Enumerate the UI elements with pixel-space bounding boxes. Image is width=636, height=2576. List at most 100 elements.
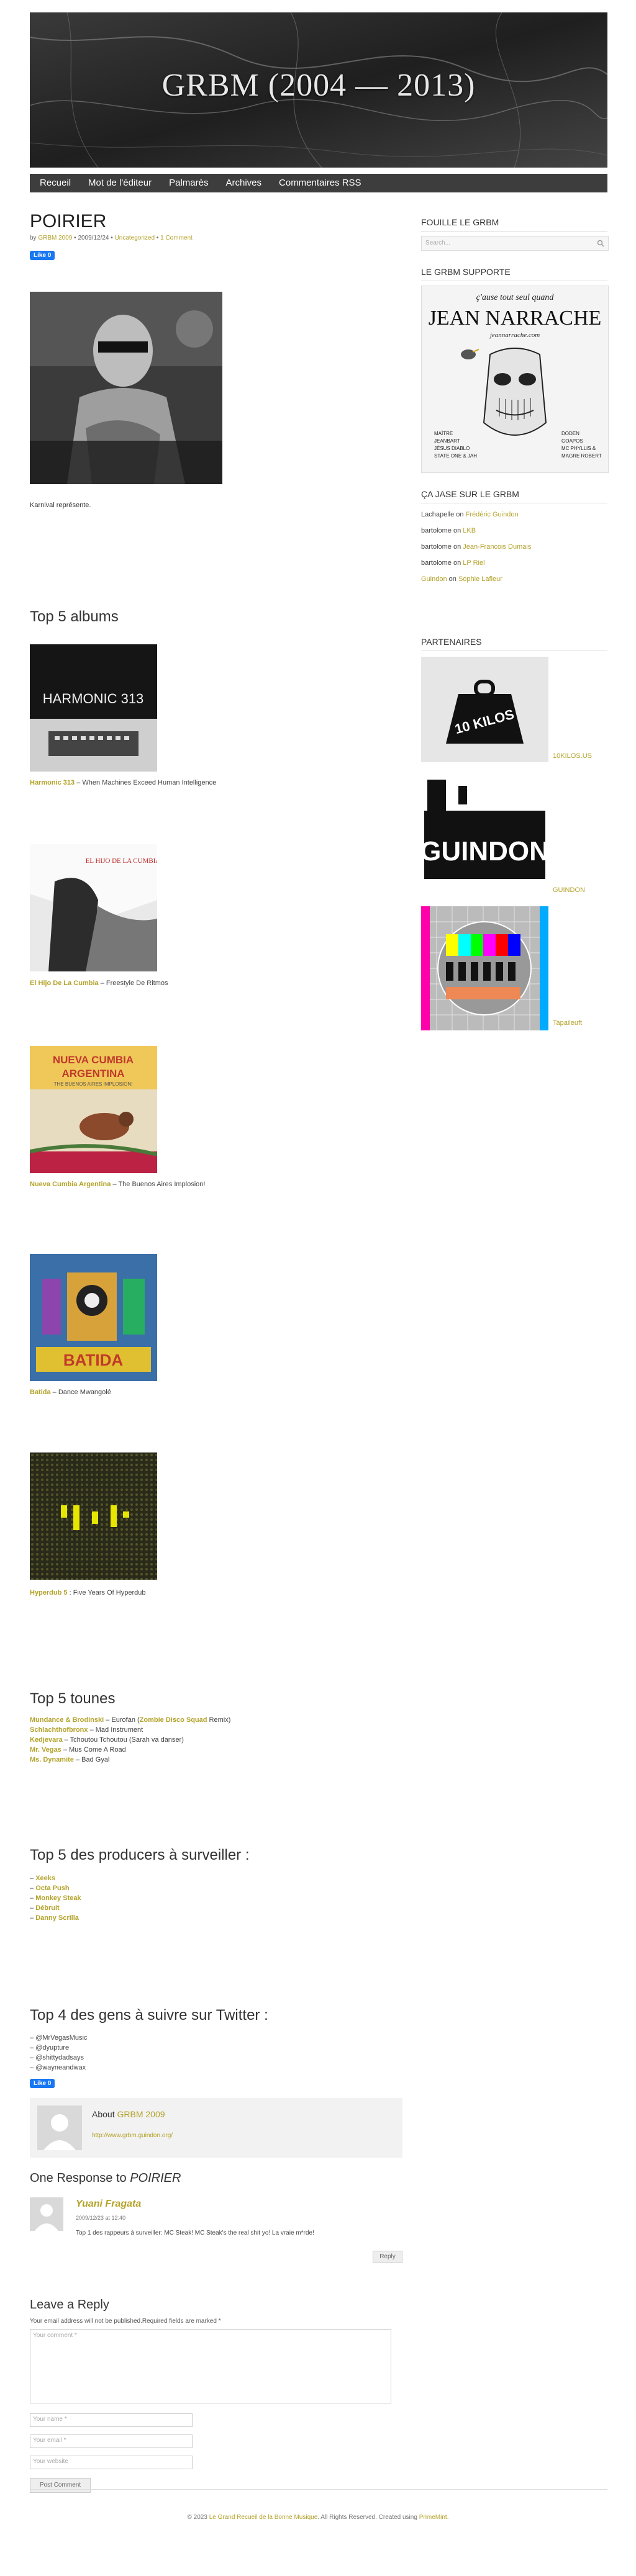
footer: © 2023 Le Grand Recueil de la Bonne Musi… (0, 2514, 636, 2521)
partner-link-10kilos[interactable]: 10KILOS.US (553, 752, 592, 760)
album-cover-hyperdub[interactable] (30, 1452, 157, 1580)
comment-placeholder: Your comment * (33, 2332, 77, 2339)
footer-site-link[interactable]: Le Grand Recueil de la Bonne Musique (209, 2514, 318, 2521)
list-item: – Xeeks (30, 1875, 55, 1882)
name-field[interactable]: Your name * (30, 2413, 193, 2427)
post-comment-button[interactable]: Post Comment (30, 2478, 91, 2493)
album-cover-hijo[interactable]: EL HIJO DE LA CUMBIA (30, 844, 160, 971)
toune-artist-link[interactable]: Mr. Vegas (30, 1746, 61, 1754)
search-placeholder: Search... (425, 240, 451, 246)
reply-heading: Leave a Reply (30, 2298, 109, 2312)
recent-author-link[interactable]: Guindon (421, 575, 447, 583)
album-cover-text-nueva-2: ARGENTINA (61, 1068, 124, 1079)
album-artist-link[interactable]: Hyperdub 5 (30, 1589, 68, 1596)
toune-artist-link[interactable]: Ms. Dynamite (30, 1756, 74, 1763)
toune-artist-link[interactable]: Mundance & Brodinski (30, 1716, 104, 1724)
album-title: Dance Mwangolé (58, 1389, 111, 1396)
ad-right-line-1: DODEN (561, 431, 579, 436)
name-placeholder: Your name * (33, 2416, 67, 2423)
recent-comments-title: ÇA JASE SUR LE GRBM (421, 489, 607, 503)
comment-reply-button[interactable]: Reply (373, 2251, 402, 2263)
author-name-link[interactable]: GRBM 2009 (117, 2109, 165, 2119)
partner-link-guindon[interactable]: GUINDON (553, 886, 585, 894)
twitter-heading: Top 4 des gens à suivre sur Twitter : (30, 2007, 268, 2024)
tounes-heading: Top 5 tounes (30, 1690, 116, 1707)
recent-post-link[interactable]: Jean-Francois Dumais (463, 543, 531, 551)
toune-remix-link[interactable]: Zombie Disco Squad (140, 1716, 207, 1724)
album-artist-link[interactable]: El Hijo De La Cumbia (30, 980, 99, 987)
album-caption-3: Nueva Cumbia Argentina – The Buenos Aire… (30, 1181, 206, 1188)
list-item: – Danny Scrilla (30, 1914, 79, 1922)
nav-item-recueil[interactable]: Recueil (30, 174, 80, 192)
list-item: – Monkey Steak (30, 1894, 81, 1902)
post-title[interactable]: POIRIER (30, 211, 402, 232)
partner-link-tapaileuft[interactable]: Tapaileuft (553, 1019, 582, 1027)
producer-link[interactable]: Octa Push (35, 1885, 69, 1892)
footer-theme-link[interactable]: PrimeMint. (419, 2514, 449, 2521)
album-title: When Machines Exceed Human Intelligence (82, 779, 217, 786)
album-cover-batida[interactable]: BATIDA (30, 1254, 157, 1381)
album-cover-harmonic[interactable]: HARMONIC 313 (30, 644, 157, 772)
toune-artist-link[interactable]: Kedjevara (30, 1736, 63, 1744)
toune-artist-link[interactable]: Schlachthofbronx (30, 1726, 88, 1734)
author-url-link[interactable]: http://www.grbm.guindon.org/ (92, 2132, 173, 2139)
meta-comments-link[interactable]: 1 Comment (160, 235, 193, 241)
list-item: bartolome on LP Riel (421, 559, 485, 567)
list-item: – @wayneandwax (30, 2064, 86, 2071)
album-caption-1: Harmonic 313 – When Machines Exceed Huma… (30, 779, 217, 786)
producer-link[interactable]: Monkey Steak (35, 1894, 81, 1902)
nav-item-palmares[interactable]: Palmarès (160, 174, 217, 192)
producer-link[interactable]: Débruit (35, 1904, 60, 1912)
ad-right-line-2: GOAPOS (561, 438, 583, 444)
ad-left-line-2: JEANBART (434, 438, 460, 444)
website-field[interactable]: Your website (30, 2456, 193, 2469)
meta-date: 2009/12/24 (78, 235, 109, 241)
list-item: bartolome on LKB (421, 527, 476, 534)
main-content: POIRIER by GRBM 2009 • 2009/12/24 • Unca… (29, 205, 402, 2493)
site-title[interactable]: GRBM (2004 — 2013) (30, 67, 607, 104)
comment-date: 2009/12/23 at 12:40 (76, 2215, 126, 2221)
ad-name: JEAN NARRACHE (429, 307, 602, 330)
meta-author-link[interactable]: GRBM 2009 (38, 235, 72, 241)
facebook-like-button-2[interactable]: Like 0 (30, 2079, 55, 2088)
site-header-banner: GRBM (2004 — 2013) (30, 12, 607, 168)
partner-logo-guindon[interactable]: GUINDON (420, 773, 549, 885)
list-item: – @MrVegasMusic (30, 2034, 88, 2042)
search-input[interactable]: Search... (421, 236, 609, 251)
recent-post-link[interactable]: LKB (463, 527, 476, 534)
ad-left-line-4: STATE ONE & JAH (434, 453, 477, 459)
author-avatar (37, 2105, 82, 2150)
nav-item-mot-editeur[interactable]: Mot de l'éditeur (80, 174, 160, 192)
commenter-avatar (30, 2197, 63, 2231)
email-field[interactable]: Your email * (30, 2434, 193, 2448)
list-item: Ms. Dynamite – Bad Gyal (30, 1756, 110, 1763)
producer-link[interactable]: Danny Scrilla (35, 1914, 79, 1922)
producer-link[interactable]: Xeeks (35, 1875, 55, 1882)
album-caption-5: Hyperdub 5 : Five Years Of Hyperdub (30, 1589, 146, 1596)
recent-post-link[interactable]: Sophie Lafleur (458, 575, 502, 583)
album-caption-4: Batida – Dance Mwangolé (30, 1389, 111, 1396)
album-title: Freestyle De Ritmos (106, 980, 168, 987)
comment-textarea[interactable]: Your comment * (30, 2329, 391, 2403)
post-meta: by GRBM 2009 • 2009/12/24 • Uncategorize… (30, 235, 193, 241)
footer-copyright: © 2023 (187, 2514, 207, 2521)
list-item: – Débruit (30, 1904, 60, 1912)
jean-narrache-ad[interactable]: ç'ause tout seul quand JEAN NARRACHE jea… (421, 286, 609, 473)
recent-post-link[interactable]: Frédéric Guindon (466, 511, 519, 518)
nav-item-archives[interactable]: Archives (217, 174, 270, 192)
album-cover-nueva[interactable]: NUEVA CUMBIA ARGENTINA THE BUENOS AIRES … (29, 1046, 158, 1173)
album-artist-link[interactable]: Batida (30, 1389, 51, 1396)
partner-logo-10kilos[interactable]: 10 KILOS (421, 657, 548, 762)
search-icon[interactable] (597, 240, 604, 247)
tounes-list: Mundance & Brodinski – Eurofan (Zombie D… (30, 1715, 230, 1765)
album-artist-link[interactable]: Nueva Cumbia Argentina (30, 1181, 111, 1188)
album-artist-link[interactable]: Harmonic 313 (30, 779, 75, 786)
album-caption-2: El Hijo De La Cumbia – Freestyle De Ritm… (30, 980, 168, 987)
comment-author-link[interactable]: Yuani Fragata (76, 2199, 141, 2210)
meta-category-link[interactable]: Uncategorized (115, 235, 155, 241)
facebook-like-button[interactable]: Like 0 (30, 251, 55, 260)
partner-logo-testcard[interactable] (421, 906, 548, 1030)
nav-item-rss[interactable]: Commentaires RSS (270, 174, 370, 192)
list-item: Mr. Vegas – Mus Come A Road (30, 1746, 126, 1754)
recent-post-link[interactable]: LP Riel (463, 559, 484, 567)
